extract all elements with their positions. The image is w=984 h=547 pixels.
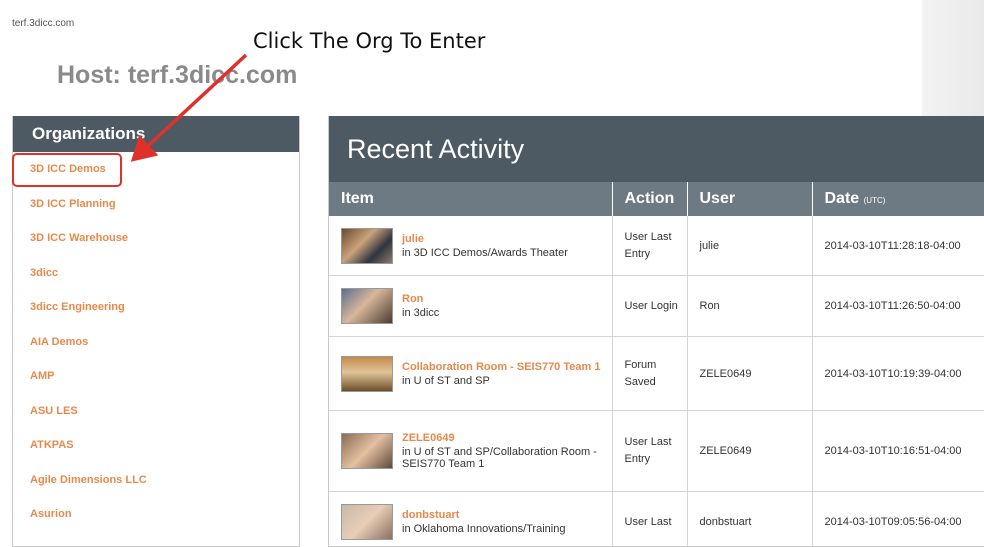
user-cell: Ron (687, 276, 812, 337)
item-location: in 3D ICC Demos/Awards Theater (402, 247, 568, 259)
user-cell: ZELE0649 (687, 411, 812, 492)
action-cell: Forum Saved (612, 337, 687, 411)
recent-activity-panel: Recent Activity Item Action User Date (U… (328, 116, 984, 547)
org-link-3d-icc-warehouse[interactable]: 3D ICC Warehouse (13, 221, 299, 256)
item-location: in 3dicc (402, 307, 439, 319)
action-cell: User Last Entry (612, 216, 687, 276)
date-header-label: Date (825, 190, 860, 207)
item-location: in U of ST and SP (402, 375, 600, 387)
column-header-user[interactable]: User (687, 182, 812, 216)
table-row: Collaboration Room - SEIS770 Team 1 in U … (329, 337, 984, 411)
room-thumbnail (341, 356, 393, 392)
org-link-atkpas[interactable]: ATKPAS (13, 428, 299, 463)
item-link[interactable]: Ron (402, 293, 439, 305)
avatar-thumbnail (341, 433, 393, 469)
user-cell: julie (687, 216, 812, 276)
org-link-amp[interactable]: AMP (13, 359, 299, 394)
org-link-agile-dimensions[interactable]: Agile Dimensions LLC (13, 463, 299, 498)
item-location: in Oklahoma Innovations/Training (402, 523, 565, 535)
item-link[interactable]: julie (402, 233, 568, 245)
action-cell: User Last Entry (612, 411, 687, 492)
item-location: in U of ST and SP/Collaboration Room - S… (402, 446, 612, 470)
date-cell: 2014-03-10T10:19:39-04:00 (812, 337, 984, 411)
avatar-thumbnail (341, 288, 393, 324)
item-link[interactable]: Collaboration Room - SEIS770 Team 1 (402, 361, 600, 373)
annotation-text: Click The Org To Enter (253, 29, 485, 53)
activity-table: Item Action User Date (UTC) julie in 3D I… (329, 182, 984, 547)
org-link-3dicc-engineering[interactable]: 3dicc Engineering (13, 290, 299, 325)
table-row: Ron in 3dicc User Login Ron 2014-03-10T11… (329, 276, 984, 337)
item-link[interactable]: ZELE0649 (402, 432, 612, 444)
column-header-date[interactable]: Date (UTC) (812, 182, 984, 216)
date-cell: 2014-03-10T11:28:18-04:00 (812, 216, 984, 276)
org-link-asurion[interactable]: Asurion (13, 497, 299, 532)
org-link-aia-demos[interactable]: AIA Demos (13, 325, 299, 360)
table-row: julie in 3D ICC Demos/Awards Theater User… (329, 216, 984, 276)
host-label: Host: terf.3dicc.com (57, 61, 297, 90)
avatar-thumbnail (341, 504, 393, 540)
org-link-3dicc[interactable]: 3dicc (13, 256, 299, 291)
column-header-item[interactable]: Item (329, 182, 612, 216)
date-header-unit: (UTC) (864, 196, 886, 205)
date-cell: 2014-03-10T11:26:50-04:00 (812, 276, 984, 337)
site-url: terf.3dicc.com (12, 18, 74, 29)
column-header-action[interactable]: Action (612, 182, 687, 216)
table-row: ZELE0649 in U of ST and SP/Collaboration … (329, 411, 984, 492)
org-link-3d-icc-planning[interactable]: 3D ICC Planning (13, 187, 299, 222)
item-link[interactable]: donbstuart (402, 509, 565, 521)
highlight-box (12, 153, 122, 187)
user-cell: ZELE0649 (687, 337, 812, 411)
avatar-thumbnail (341, 228, 393, 264)
recent-activity-heading: Recent Activity (329, 116, 984, 182)
org-link-asu-les[interactable]: ASU LES (13, 394, 299, 429)
organizations-heading: Organizations (13, 116, 299, 152)
action-cell: User Login (612, 276, 687, 337)
date-cell: 2014-03-10T10:16:51-04:00 (812, 411, 984, 492)
